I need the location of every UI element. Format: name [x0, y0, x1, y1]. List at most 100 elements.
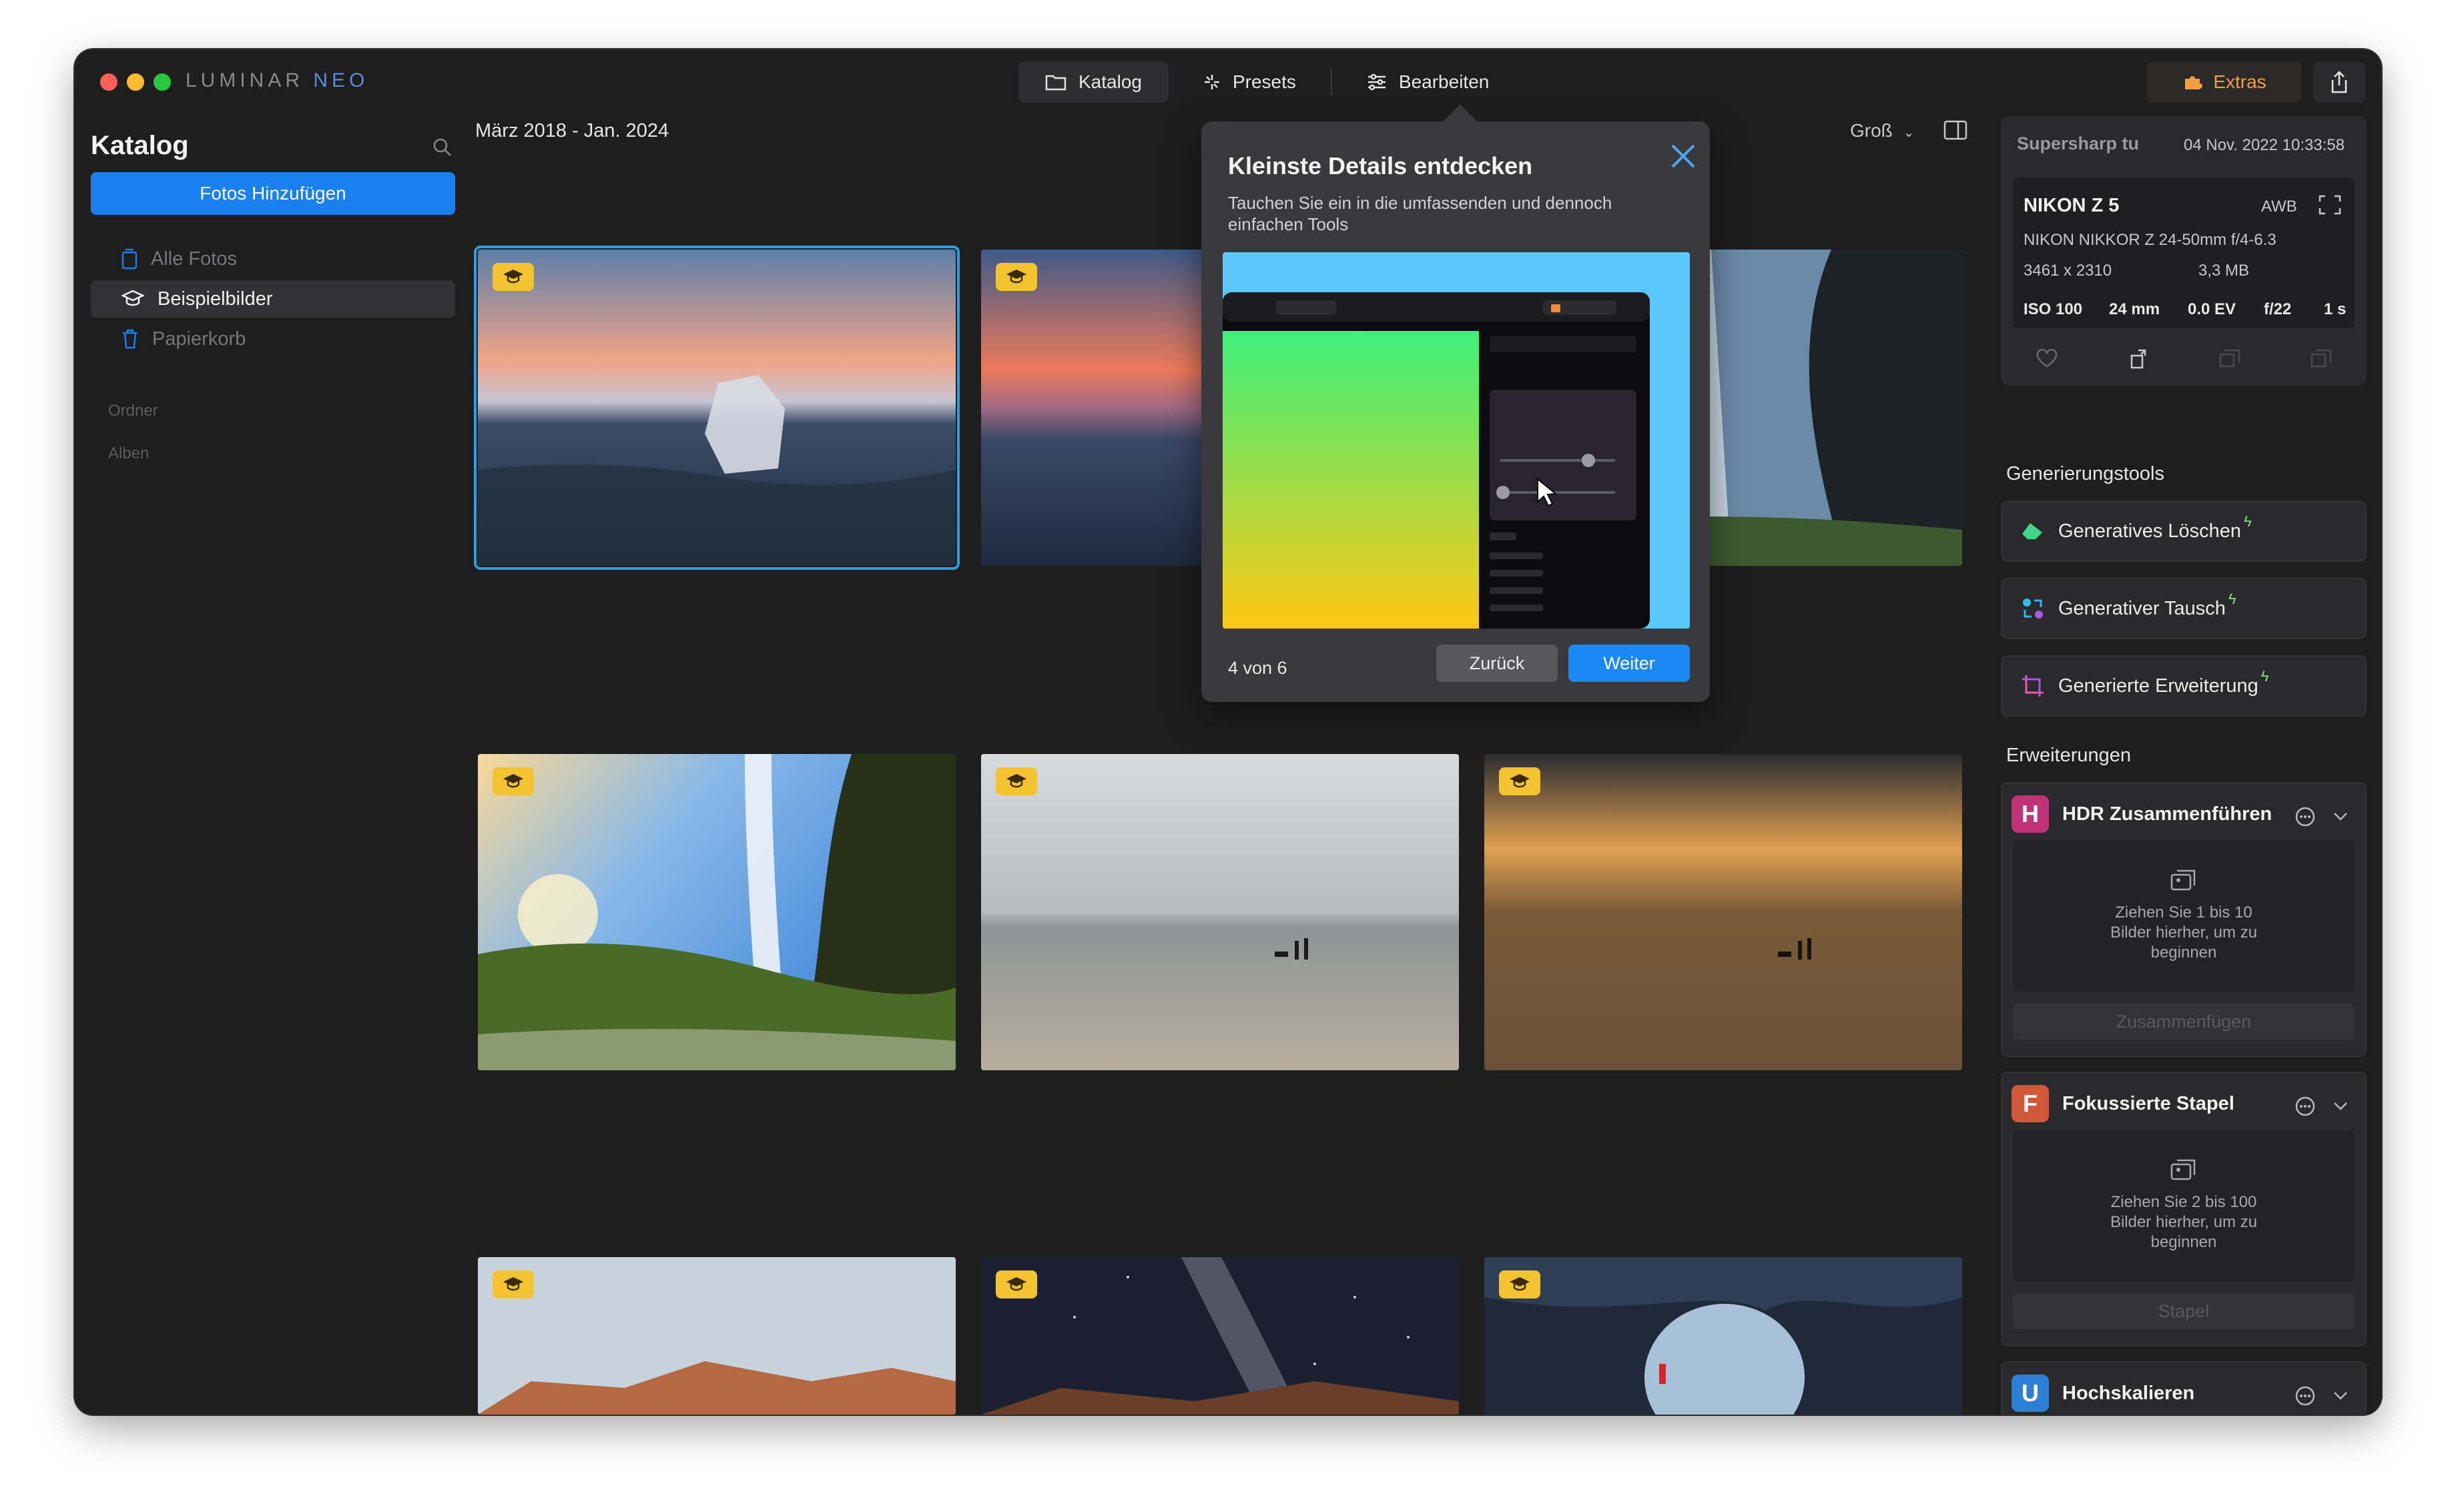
photo-thumbnail[interactable]	[981, 1257, 1459, 1415]
extension-header[interactable]: U Hochskalieren	[2012, 1375, 2194, 1412]
logo-text-luminar: LUMINAR	[186, 69, 304, 91]
tool-label: Generativer Tausch	[2058, 597, 2226, 619]
sample-badge	[493, 1270, 534, 1298]
onboarding-popover: Kleinste Details entdecken Tauchen Sie e…	[1201, 121, 1710, 702]
image-dimensions: 3461 x 2310	[2024, 262, 2112, 280]
tab-presets[interactable]: Presets	[1177, 61, 1323, 103]
sliders-icon	[1367, 73, 1386, 91]
app-window: LUMINAR NEO Katalog Presets Bearbeiten E…	[75, 49, 2381, 1415]
generative-swap-button[interactable]: Generativer Tausch ϟ	[2001, 578, 2367, 639]
images-icon	[2170, 869, 2196, 891]
back-button[interactable]: Zurück	[1436, 645, 1558, 682]
maximize-window-button[interactable]	[154, 73, 171, 91]
eraser-icon	[2022, 523, 2042, 539]
merge-button[interactable]: Zusammenfügen	[2013, 1004, 2355, 1040]
expand-icon[interactable]	[2319, 195, 2341, 215]
sidebar-section-albums[interactable]: Alben	[108, 444, 149, 463]
expand-canvas-icon	[2022, 675, 2044, 697]
photo-milky-way	[981, 1257, 1459, 1415]
extension-letter-icon: U	[2012, 1375, 2049, 1412]
extension-controls	[2294, 1096, 2348, 1117]
sidebar-item-label: Alle Fotos	[151, 248, 237, 270]
camera-model: NIKON Z 5	[2024, 195, 2120, 216]
add-photos-button[interactable]: Fotos Hinzufügen	[91, 172, 455, 215]
more-icon[interactable]	[2294, 806, 2316, 827]
share-icon	[2331, 71, 2347, 93]
chevron-down-icon[interactable]	[2333, 812, 2348, 821]
graduation-cap-icon	[503, 270, 523, 284]
editor-mockup-illustration	[1223, 292, 1650, 629]
photo-thumbnail[interactable]	[1484, 754, 1962, 1070]
photo-thumbnail[interactable]	[478, 1257, 956, 1415]
puzzle-icon	[2185, 76, 2203, 89]
drop-zone[interactable]: Ziehen Sie 1 bis 10 Bilder hierher, um z…	[2013, 841, 2355, 992]
photo-thumbnail[interactable]	[478, 754, 956, 1070]
right-panel: Supersharp tu 04 Nov. 2022 10:33:58 NIKO…	[2001, 116, 2369, 1415]
tab-bearbeiten[interactable]: Bearbeiten	[1340, 61, 1516, 103]
stack-button[interactable]: Stapel	[2013, 1293, 2355, 1329]
search-icon[interactable]	[432, 137, 452, 157]
copy-icon[interactable]	[2311, 349, 2332, 368]
generative-erase-button[interactable]: Generatives Löschen ϟ	[2001, 500, 2367, 562]
more-icon[interactable]	[2294, 1096, 2316, 1117]
photo-thumbnail[interactable]	[981, 754, 1459, 1070]
exif-shutter: 1 s	[2324, 300, 2347, 318]
chevron-down-icon[interactable]	[2333, 1391, 2348, 1401]
sidebar-item-label: Papierkorb	[152, 328, 246, 350]
sample-badge	[996, 263, 1037, 291]
gen-tools-title: Generierungstools	[2006, 463, 2164, 484]
sidebar-title: Katalog	[91, 131, 189, 160]
more-icon[interactable]	[2294, 1385, 2316, 1407]
extension-title: Fokussierte Stapel	[2062, 1092, 2234, 1114]
title-bar: LUMINAR NEO Katalog Presets Bearbeiten E…	[75, 49, 2381, 116]
extension-header[interactable]: F Fokussierte Stapel	[2012, 1085, 2234, 1122]
lightning-icon: ϟ	[2228, 591, 2236, 607]
panel-toggle-icon[interactable]	[1943, 120, 1967, 140]
view-size-dropdown[interactable]: Groß ⌄	[1850, 120, 1914, 141]
extension-title: Hochskalieren	[2062, 1382, 2195, 1404]
close-window-button[interactable]	[100, 73, 117, 91]
image-info-card: Supersharp tu 04 Nov. 2022 10:33:58 NIKO…	[2001, 116, 2367, 386]
graduation-cap-icon	[503, 774, 523, 788]
photo-thumbnail[interactable]	[474, 246, 960, 570]
logo-text-neo: NEO	[313, 69, 369, 91]
lightning-icon: ϟ	[2244, 513, 2252, 530]
sample-badge	[493, 263, 534, 291]
popover-illustration	[1223, 252, 1690, 629]
exif-box: NIKON Z 5 AWB NIKON NIKKOR Z 24-50mm f/4…	[2013, 177, 2355, 328]
tab-katalog[interactable]: Katalog	[1018, 61, 1169, 103]
sample-badge	[1499, 767, 1540, 795]
extras-button[interactable]: Extras	[2147, 61, 2302, 103]
heart-icon[interactable]	[2036, 349, 2058, 368]
graduation-cap-icon	[1006, 270, 1026, 284]
sidebar-item-all-photos[interactable]: Alle Fotos	[91, 240, 455, 278]
sample-badge	[996, 767, 1037, 795]
trash-icon	[123, 329, 137, 349]
extension-title: HDR Zusammenführen	[2062, 803, 2272, 825]
extension-header[interactable]: H HDR Zusammenführen	[2012, 795, 2272, 833]
sidebar-section-folders[interactable]: Ordner	[108, 402, 158, 420]
chevron-down-icon: ⌄	[1903, 125, 1915, 140]
view-size-label: Groß	[1850, 120, 1893, 141]
exif-focal-length: 24 mm	[2109, 300, 2160, 318]
minimize-window-button[interactable]	[127, 73, 144, 91]
drop-instructions: Ziehen Sie 2 bis 100 Bilder hierher, um …	[2110, 1193, 2258, 1251]
exif-aperture: f/22	[2264, 300, 2292, 318]
extras-label: Extras	[2213, 71, 2266, 92]
close-icon[interactable]	[1668, 141, 1698, 171]
generative-expand-button[interactable]: Generierte Erweiterung ϟ	[2001, 655, 2367, 717]
extension-card-upscale: U Hochskalieren	[2001, 1361, 2367, 1415]
sidebar-item-trash[interactable]: Papierkorb	[91, 320, 455, 358]
photo-thumbnail[interactable]	[1484, 1257, 1962, 1415]
chevron-down-icon[interactable]	[2333, 1102, 2348, 1111]
graduation-cap-icon	[121, 290, 144, 306]
rotate-icon[interactable]	[2128, 348, 2149, 369]
sidebar-item-sample-images[interactable]: Beispielbilder	[91, 280, 455, 318]
photo-beach-golden	[1484, 754, 1962, 1070]
compare-icon[interactable]	[2219, 349, 2240, 368]
drop-zone[interactable]: Ziehen Sie 2 bis 100 Bilder hierher, um …	[2013, 1130, 2355, 1281]
popover-title: Kleinste Details entdecken	[1228, 152, 1533, 179]
share-button[interactable]	[2313, 61, 2365, 103]
next-button[interactable]: Weiter	[1568, 645, 1690, 682]
graduation-cap-icon	[503, 1277, 523, 1291]
